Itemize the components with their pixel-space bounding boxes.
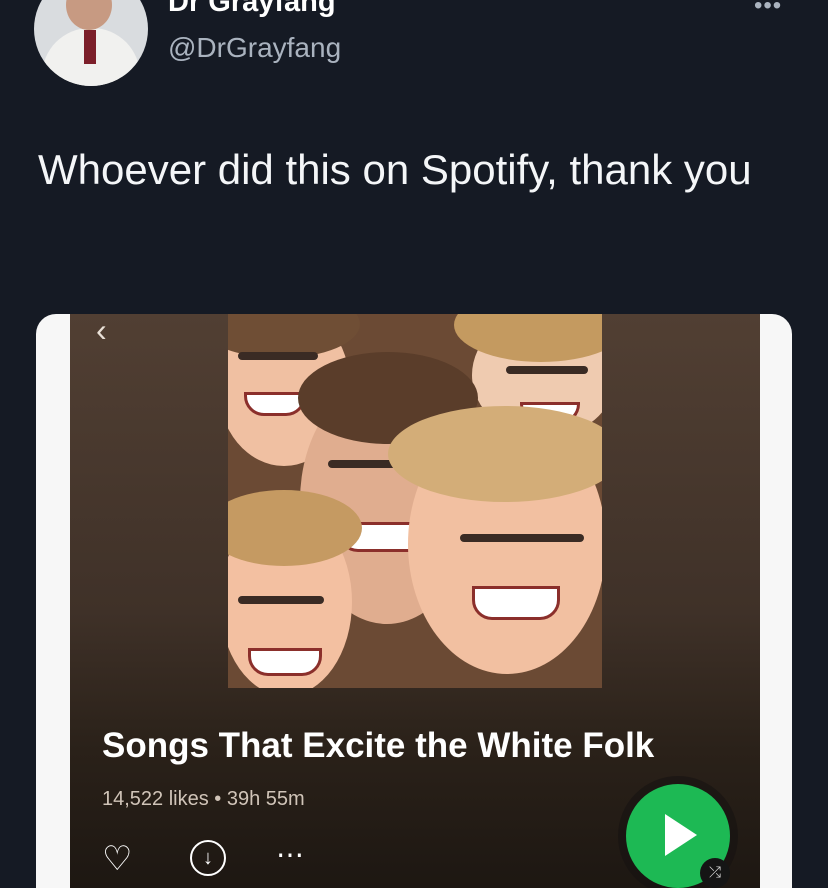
cover-person-bottom-left-eyes — [238, 596, 324, 604]
cover-person-top-left-smile — [244, 392, 306, 416]
more-icon[interactable]: ⋯ — [276, 838, 306, 871]
play-icon — [665, 814, 697, 856]
play-button[interactable]: ⤮ — [626, 784, 730, 888]
playlist-meta: 14,522 likes • 39h 55m — [102, 788, 305, 810]
avatar-face — [66, 0, 112, 30]
author-avatar[interactable] — [34, 0, 148, 86]
cover-person-bottom-right-smile — [472, 586, 560, 620]
playlist-title: Songs That Excite the White Folk — [102, 726, 655, 765]
author-name[interactable]: Dr Grayfang — [168, 0, 336, 19]
heart-icon[interactable]: ♡ — [102, 840, 140, 878]
author-handle[interactable]: @DrGrayfang — [168, 32, 341, 64]
tweet-text: Whoever did this on Spotify, thank you — [38, 146, 752, 193]
cover-person-top-right-eyes — [506, 366, 588, 374]
playlist-cover — [228, 314, 602, 688]
playlist-controls: ♡ ↓ ⋯ — [102, 838, 342, 882]
cover-person-bottom-right-eyes — [460, 534, 584, 542]
cover-person-top-left-eyes — [238, 352, 318, 360]
shuffle-icon[interactable]: ⤮ — [700, 858, 730, 888]
more-horizontal-icon[interactable]: ••• — [754, 0, 782, 20]
download-icon[interactable]: ↓ — [190, 840, 226, 876]
cover-person-bottom-left-smile — [248, 648, 322, 676]
chevron-left-icon[interactable]: ‹ — [96, 312, 107, 349]
avatar-tie — [84, 30, 96, 64]
